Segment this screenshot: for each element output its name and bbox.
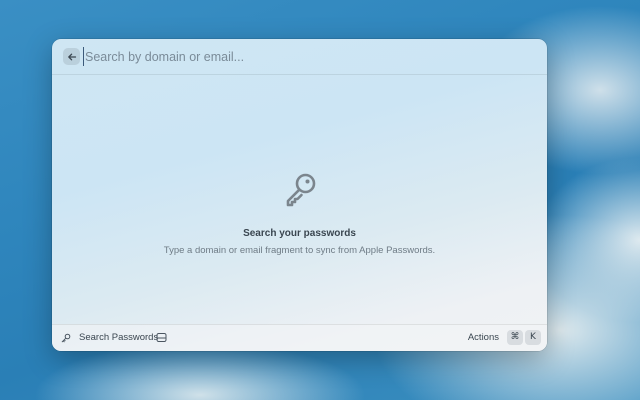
empty-state-subtitle: Type a domain or email fragment to sync … <box>163 245 436 256</box>
actions-button[interactable]: Actions <box>468 332 499 344</box>
arrow-left-icon <box>67 53 76 60</box>
search-input[interactable] <box>83 47 525 66</box>
empty-state: Search your passwords Type a domain or e… <box>52 169 547 257</box>
empty-state-title: Search your passwords <box>243 228 356 239</box>
shortcut-key-command: ⌘ <box>507 330 523 345</box>
key-icon <box>286 173 315 207</box>
search-bar <box>52 39 547 75</box>
launcher-window: Search your passwords Type a domain or e… <box>52 39 547 351</box>
back-button[interactable] <box>63 48 80 65</box>
footer-bar: Search Passwords Actions ⌘ K <box>52 324 547 351</box>
drive-icon <box>156 333 167 342</box>
command-label: Search Passwords <box>79 332 159 343</box>
shortcut-key-k: K <box>525 330 541 345</box>
key-icon <box>61 333 71 343</box>
